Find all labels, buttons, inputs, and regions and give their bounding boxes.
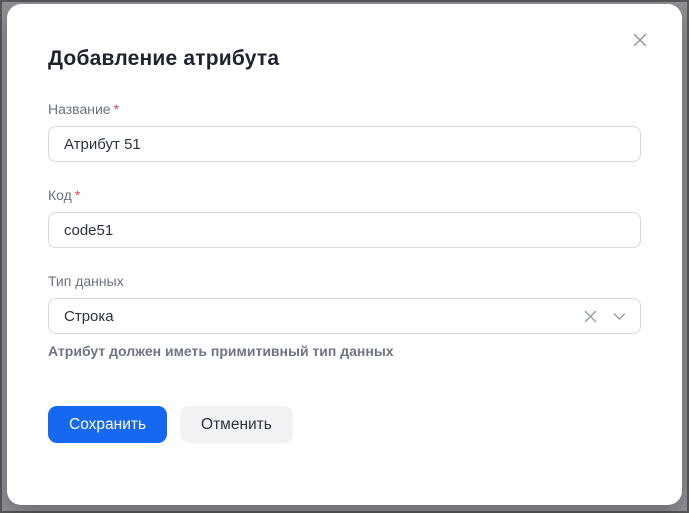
chevron-down-icon — [613, 312, 626, 320]
datatype-field-label: Тип данных — [48, 273, 124, 289]
add-attribute-dialog: Добавление атрибута Название* Код* Тип д… — [7, 4, 682, 505]
datatype-select[interactable]: Строка — [48, 298, 641, 334]
code-input[interactable] — [48, 212, 641, 248]
required-asterisk: * — [113, 101, 120, 117]
field-code: Код * — [48, 186, 641, 248]
required-asterisk: * — [74, 187, 81, 203]
clear-icon — [584, 310, 597, 322]
close-icon — [633, 33, 647, 47]
clear-selection-button[interactable] — [582, 308, 599, 325]
datatype-select-value: Строка — [64, 307, 114, 325]
dropdown-toggle-button[interactable] — [611, 308, 628, 325]
field-datatype: Тип данных Строка Атрибут должен иметь п… — [48, 272, 641, 360]
datatype-select-icons — [582, 308, 628, 325]
modal-backdrop: Добавление атрибута Название* Код* Тип д… — [0, 0, 689, 513]
datatype-field-label-row: Тип данных — [48, 272, 641, 290]
dialog-actions: Сохранить Отменить — [48, 406, 641, 443]
dialog-title: Добавление атрибута — [48, 47, 280, 70]
save-button[interactable]: Сохранить — [48, 406, 168, 443]
cancel-button[interactable]: Отменить — [180, 406, 293, 443]
code-field-label-row: Код * — [48, 186, 641, 204]
close-button[interactable] — [626, 26, 654, 54]
field-name: Название * — [48, 100, 641, 162]
helper-text: Атрибут должен иметь примитивный тип дан… — [48, 343, 394, 359]
name-field-label: Название — [48, 101, 111, 117]
name-field-label-row: Название * — [48, 100, 641, 118]
code-field-label: Код — [48, 187, 72, 203]
name-input[interactable] — [48, 126, 641, 162]
